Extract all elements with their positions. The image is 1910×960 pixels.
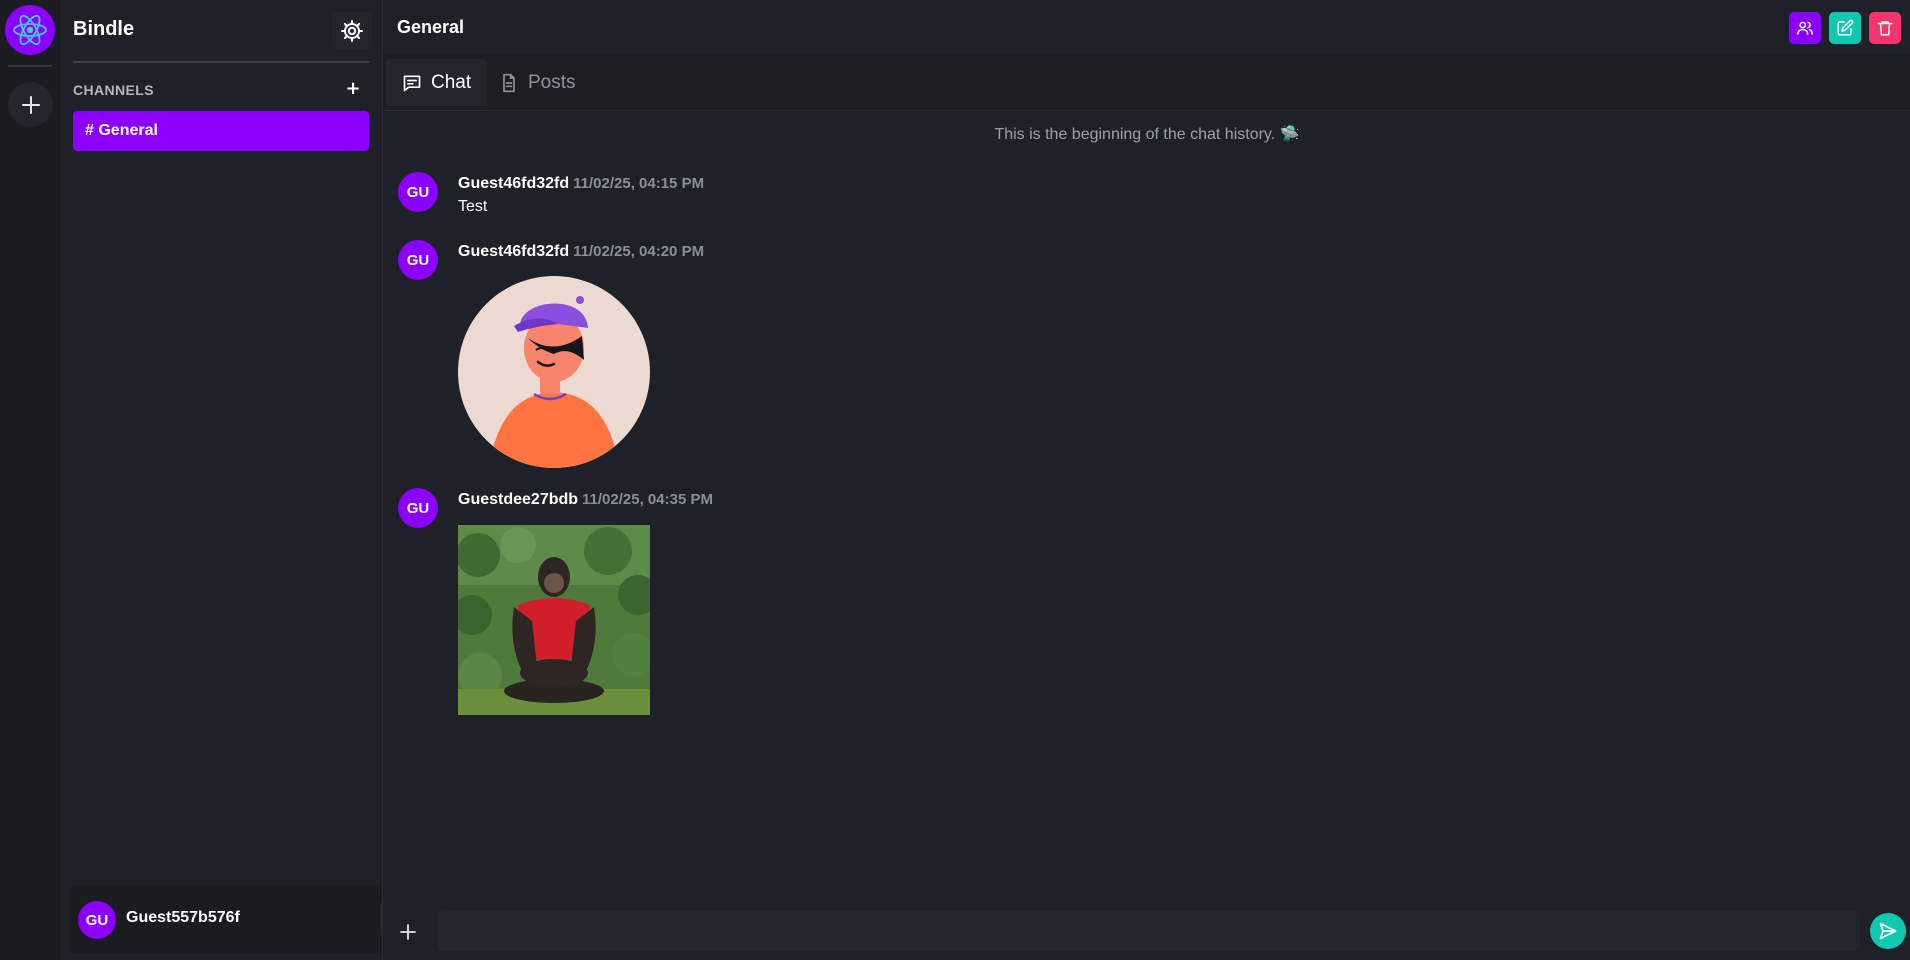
channel-header: General	[383, 0, 1910, 54]
server-name: Bindle	[73, 18, 135, 40]
send-button[interactable]	[1870, 913, 1906, 949]
add-server-button[interactable]	[8, 82, 53, 127]
plus-icon	[400, 924, 416, 940]
rail-divider	[8, 65, 52, 67]
avatar[interactable]: GU	[398, 172, 438, 212]
cartoon-avatar-image[interactable]	[458, 276, 650, 468]
trash-icon	[1877, 21, 1893, 36]
edit-icon	[1837, 19, 1854, 36]
delete-channel-button[interactable]	[1869, 12, 1901, 44]
sidebar-divider	[73, 61, 369, 63]
channel-sidebar: Bindle CHANNELS + # General GU Guest557b…	[60, 0, 432, 960]
chat-history-note: This is the beginning of the chat histor…	[994, 126, 1300, 143]
tab-posts[interactable]: Posts	[483, 59, 592, 106]
add-channel-button[interactable]: +	[345, 79, 361, 99]
sidebar-item-general[interactable]: # General	[73, 111, 369, 151]
message-author-name[interactable]: Guest46fd32fd	[458, 243, 569, 260]
chimpanzee-photo-image[interactable]	[458, 525, 650, 715]
avatar[interactable]: GU	[398, 240, 438, 280]
gear-icon	[341, 19, 363, 42]
edit-channel-button[interactable]	[1829, 12, 1861, 44]
message-timestamp: 11/02/25, 04:15 PM	[573, 175, 705, 192]
message-input[interactable]	[438, 911, 1860, 951]
document-icon	[503, 73, 515, 92]
chat-icon	[403, 75, 421, 91]
message-author: Guest46fd32fd 11/02/25, 04:15 PM	[458, 175, 704, 193]
channel-tabs: Chat Posts	[383, 54, 1910, 111]
user-name: Guest557b576f	[126, 909, 240, 926]
attach-button[interactable]	[397, 919, 419, 945]
message-timestamp: 11/02/25, 04:20 PM	[573, 243, 705, 260]
tab-chat-label: Chat	[431, 71, 472, 93]
message-text: Test	[458, 198, 488, 215]
server-rail	[0, 0, 60, 960]
main-panel: General Chat Posts This is the beginning…	[382, 0, 1910, 960]
bindle-server-logo[interactable]	[5, 5, 55, 55]
members-button[interactable]	[1789, 12, 1821, 44]
user-panel: GU Guest557b576f	[70, 885, 432, 953]
message-timestamp: 11/02/25, 04:35 PM	[582, 491, 713, 508]
channels-section-label: CHANNELS	[73, 82, 154, 98]
avatar[interactable]: GU	[398, 488, 438, 528]
avatar[interactable]: GU	[78, 901, 116, 939]
plus-icon	[21, 95, 40, 114]
page-title: General	[397, 17, 465, 37]
message-author-name[interactable]: Guestdee27bdb	[458, 491, 578, 508]
server-settings-button[interactable]	[332, 12, 372, 49]
message-author: Guest46fd32fd 11/02/25, 04:20 PM	[458, 243, 704, 261]
message-author: Guestdee27bdb 11/02/25, 04:35 PM	[458, 491, 713, 509]
react-atom-icon	[13, 14, 47, 46]
users-icon	[1797, 21, 1813, 35]
tab-chat[interactable]: Chat	[386, 59, 488, 106]
send-icon	[1879, 922, 1897, 940]
message-author-name[interactable]: Guest46fd32fd	[458, 175, 569, 192]
tab-posts-label: Posts	[528, 71, 576, 93]
